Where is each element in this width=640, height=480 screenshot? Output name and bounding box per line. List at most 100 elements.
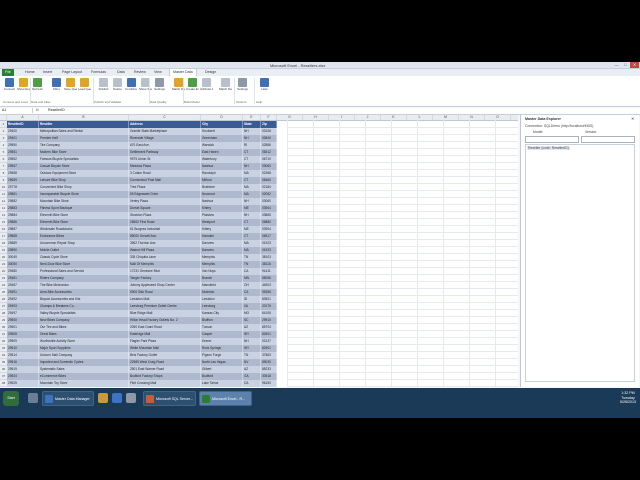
table-cell[interactable]: 29778 [7,184,39,191]
table-cell[interactable]: Tucson [201,324,243,331]
table-cell[interactable]: Unicorn Mall Company [39,352,129,359]
table-row[interactable]: 29890 Mobile Outlet Walnut Hill Plaza Danve… [7,247,287,254]
table-cell[interactable]: Granite State Marketplace [129,128,201,135]
model-select[interactable] [525,136,579,143]
table-cell[interactable]: Rock Springs [201,345,243,352]
column-filter-header[interactable]: State [243,121,261,128]
table-cell[interactable]: Westport [201,219,243,226]
table-row[interactable]: 29558 Outdoor Equipment Store 3 Cotton Roa… [7,170,287,177]
taskbar-master-data-manager[interactable]: Master Data Manager [42,391,94,406]
table-row[interactable]: 29497 Valley Bicycle Specialists Blue Ridg… [7,310,287,317]
table-cell[interactable]: ME [243,226,261,233]
table-cell[interactable]: Tire Company [39,142,129,149]
table-cell[interactable]: CT [243,219,261,226]
table-cell[interactable]: 29557 [7,163,39,170]
table-row[interactable]: 29659 Leisure Bike Shop Connecticut Post M… [7,177,287,184]
table-cell[interactable]: 29886 [7,219,39,226]
table-cell[interactable]: 2501 East Warner Road [129,366,201,373]
row-header[interactable]: 30 [0,324,7,331]
close-icon[interactable]: ✕ [631,116,634,121]
table-cell[interactable]: 83501 [261,296,277,303]
table-cell[interactable]: Valley Bicycle Specialists [39,310,129,317]
table-cell[interactable]: Outdoor Equipment Store [39,170,129,177]
table-cell[interactable]: Settlement Parkway [129,149,201,156]
table-cell[interactable]: 29492 [7,296,39,303]
table-row[interactable]: 29519 Systematic Sales 2501 East Warner Ro… [7,366,287,373]
table-cell[interactable]: Connecticut Post Mall [129,177,201,184]
table-cell[interactable]: Nashua [201,198,243,205]
table-cell[interactable]: Dorset Square [129,205,201,212]
table-row[interactable]: 29888 Endurance Bikes 85000 Orrwell Ave. Ha… [7,233,287,240]
table-cell[interactable]: 03060 [261,198,277,205]
table-cell[interactable]: Mountain Toy Store [39,380,129,387]
table-row[interactable]: 30049 Classic Cycle Store 335 Chiquita Lan… [7,254,287,261]
row-header[interactable]: 18 [0,240,7,247]
table-cell[interactable]: 30518 [261,373,277,380]
table-cell[interactable]: 29884 [7,212,39,219]
table-cell[interactable]: Mountain Bike Store [39,198,129,205]
table-cell[interactable]: 82901 [261,345,277,352]
table-cell[interactable]: 3962 Tiverton Ave. [129,240,201,247]
table-cell[interactable]: NH [243,163,261,170]
table-cell[interactable]: Gilbert [201,366,243,373]
column-header[interactable]: J [355,115,381,120]
table-cell[interactable]: Budford Factory Shops [129,373,201,380]
table-cell[interactable]: Eleventh Bike Store [39,219,129,226]
tab-view[interactable]: View [151,69,165,76]
column-filter-header[interactable]: City [201,121,243,128]
table-cell[interactable]: CT [243,149,261,156]
ribbon-button-save-query[interactable]: Save Query [64,78,77,91]
table-row[interactable]: 29778 Convenient Bike Shop Tree Plaza Brain… [7,184,287,191]
column-header[interactable]: K [381,115,407,120]
table-cell[interactable]: 29883 [7,205,39,212]
app-icon[interactable] [126,393,136,403]
table-cell[interactable]: TN [243,352,261,359]
table-cell[interactable]: 06512 [261,149,277,156]
ribbon-button-filter[interactable]: Filter [50,78,63,91]
table-cell[interactable]: Bluffton [201,317,243,324]
table-cell[interactable]: Van Nuys [201,268,243,275]
table-cell[interactable]: 30050 [7,261,39,268]
row-header[interactable]: 34 [0,352,7,359]
table-cell[interactable]: Riverside Village [129,135,201,142]
table-cell[interactable]: 96150 [261,380,277,387]
fx-icon[interactable]: fx [36,108,39,113]
table-cell[interactable]: 38103 [261,254,277,261]
table-cell[interactable]: Kittery [201,226,243,233]
ribbon-button-settings[interactable]: Settings [153,78,166,91]
start-button[interactable]: Start [3,391,19,406]
table-cell[interactable]: 29491 [7,289,39,296]
table-cell[interactable]: Eastridge Mall [129,331,201,338]
table-cell[interactable]: CT [243,233,261,240]
table-cell[interactable]: Blue Ridge Mall [129,310,201,317]
row-header[interactable]: 36 [0,366,7,373]
ribbon-button-connect[interactable]: Connect [3,78,16,91]
row-header[interactable]: 9 [0,177,7,184]
table-cell[interactable]: 29558 [7,170,39,177]
row-header[interactable]: 31 [0,331,7,338]
table-cell[interactable]: 03865 [261,212,277,219]
table-cell[interactable]: 03106 [261,128,277,135]
table-cell[interactable]: 85704 [261,324,277,331]
table-cell[interactable]: Classic Cycle Store [39,254,129,261]
table-cell[interactable]: 06460 [261,177,277,184]
entity-list[interactable] [525,144,635,382]
table-cell[interactable]: RI [243,142,261,149]
close-button[interactable]: ✕ [630,62,639,68]
row-header[interactable]: 25 [0,289,7,296]
table-cell[interactable]: MA [243,191,261,198]
table-cell[interactable]: 82601 [261,331,277,338]
table-row[interactable]: 29887 Wholesale Roadstocks 61 Burgess Indu… [7,226,287,233]
table-cell[interactable]: CT [243,177,261,184]
table-cell[interactable]: WY [243,331,261,338]
table-cell[interactable]: 29889 [7,240,39,247]
table-cell[interactable]: 59 Edgewater Drive [129,191,201,198]
table-cell[interactable]: CA [243,268,261,275]
tab-data[interactable]: Data [114,69,128,76]
row-header[interactable]: 5 [0,149,7,156]
table-cell[interactable]: 29516 [7,359,39,366]
table-cell[interactable]: Plaistow [201,212,243,219]
table-cell[interactable]: 02886 [261,142,277,149]
row-header[interactable]: 23 [0,275,7,282]
row-header[interactable]: 22 [0,268,7,275]
